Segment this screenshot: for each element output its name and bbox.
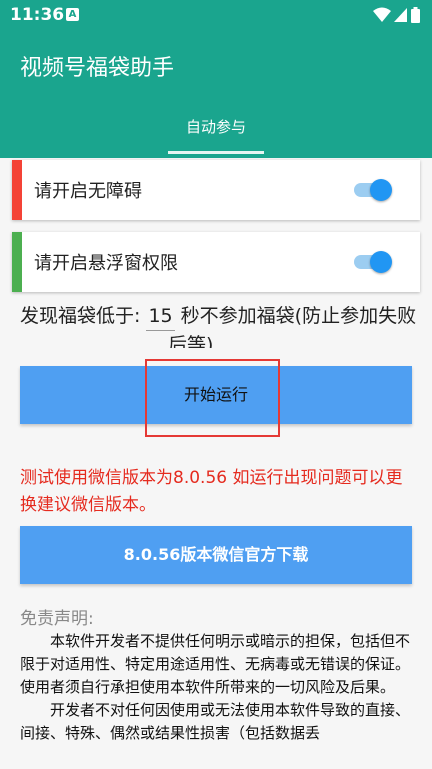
tab-indicator (168, 151, 264, 154)
highlight-box (145, 359, 280, 437)
status-time: 11:36 (10, 5, 65, 25)
threshold-seconds-input[interactable]: 15 (146, 302, 175, 331)
disclaimer-paragraph-2: 开发者不对任何因使用或无法使用本软件导致的直接、间接、特殊、偶然或结果性损害（包… (20, 701, 411, 742)
version-warning: 测试使用微信版本为8.0.56 如运行出现问题可以更换建议微信版本。 (20, 468, 403, 515)
toggle-knob (370, 251, 392, 273)
status-bar: 11:36 A (0, 0, 432, 30)
overlay-permission-label: 请开启悬浮窗权限 (34, 253, 178, 274)
app-title: 视频号福袋助手 (20, 56, 175, 81)
accessibility-label: 请开启无障碍 (34, 181, 142, 202)
download-wechat-button[interactable]: 8.0.56版本微信官方下载 (20, 526, 412, 584)
app-bar: 视频号福袋助手 自动参与 (0, 30, 432, 158)
notification-icon: A (66, 8, 79, 21)
wifi-icon (373, 7, 391, 22)
threshold-prefix: 发现福袋低于: (20, 305, 147, 327)
threshold-setting: 发现福袋低于: 15 秒不参加福袋(防止参加失败 后等) (20, 302, 432, 348)
toggle-knob (370, 179, 392, 201)
threshold-clipped-line: 后等) (168, 334, 214, 348)
status-stripe-green (12, 232, 22, 292)
accessibility-toggle[interactable] (352, 178, 392, 202)
overlay-permission-card[interactable]: 请开启悬浮窗权限 (12, 232, 420, 292)
threshold-suffix: 秒不参加福袋(防止参加失败 (174, 305, 417, 327)
battery-icon (411, 7, 420, 23)
tab-auto-participate[interactable]: 自动参与 (168, 116, 264, 137)
status-icons (373, 6, 420, 24)
overlay-toggle[interactable] (352, 250, 392, 274)
disclaimer-body: 本软件开发者不提供任何明示或暗示的担保，包括但不限于对适用性、特定用途适用性、无… (20, 630, 412, 745)
accessibility-permission-card[interactable]: 请开启无障碍 (12, 160, 420, 220)
disclaimer-title: 免责声明: (20, 609, 94, 629)
signal-icon (394, 8, 407, 22)
status-stripe-red (12, 160, 22, 220)
disclaimer-paragraph-1: 本软件开发者不提供任何明示或暗示的担保，包括但不限于对适用性、特定用途适用性、无… (20, 632, 411, 696)
